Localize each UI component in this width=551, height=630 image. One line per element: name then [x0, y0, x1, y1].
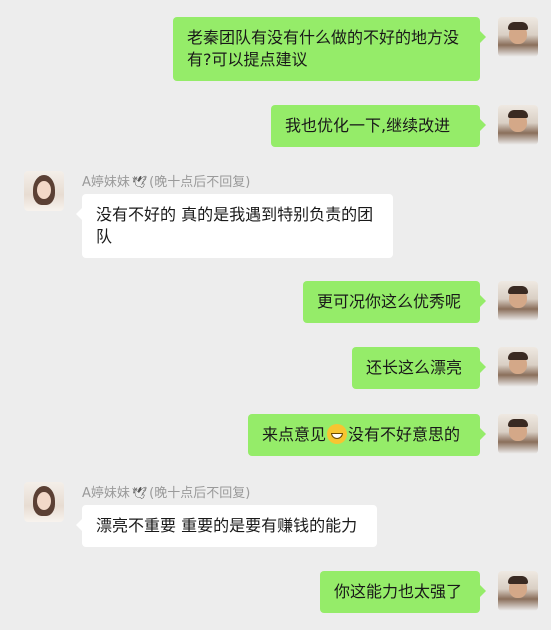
message-text: 我也优化一下,继续改进 [285, 116, 451, 135]
my-avatar[interactable] [498, 571, 538, 611]
dove-icon: 🕊 [131, 486, 148, 500]
sender-note: (晚十点后不回复) [149, 486, 251, 501]
message-text: 来点意见 [262, 425, 327, 444]
dove-icon: 🕊 [131, 175, 148, 189]
message-text: 还长这么漂亮 [366, 358, 463, 377]
message-bubble-her[interactable]: 漂亮不重要 重要的是要有赚钱的能力 [76, 505, 377, 547]
message-text: 更可况你这么优秀呢 [317, 292, 462, 311]
contact-avatar[interactable] [24, 171, 64, 211]
my-avatar[interactable] [498, 17, 538, 57]
sender-name: A婷妹妹 🕊 (晚十点后不回复) [82, 171, 250, 190]
sender-name-text: A婷妹妹 [82, 486, 130, 501]
message-text: 没有不好意思的 [348, 425, 461, 444]
message-text: 没有不好的 真的是我遇到特别负责的团队 [96, 205, 374, 246]
message-bubble-me[interactable]: 还长这么漂亮 [352, 347, 486, 389]
my-avatar[interactable] [498, 347, 538, 387]
sender-name-text: A婷妹妹 [82, 175, 130, 190]
grin-emoji-icon [327, 424, 348, 444]
sender-note: (晚十点后不回复) [149, 175, 251, 190]
message-bubble-her[interactable]: 没有不好的 真的是我遇到特别负责的团队 [76, 194, 393, 258]
my-avatar[interactable] [498, 414, 538, 454]
my-avatar[interactable] [498, 105, 538, 145]
contact-avatar[interactable] [24, 482, 64, 522]
message-bubble-me[interactable]: 老秦团队有没有什么做的不好的地方没有?可以提点建议 [173, 17, 486, 81]
sender-name: A婷妹妹 🕊 (晚十点后不回复) [82, 482, 250, 501]
message-bubble-me[interactable]: 我也优化一下,继续改进 [271, 105, 486, 147]
message-bubble-me[interactable]: 更可况你这么优秀呢 [303, 281, 486, 323]
message-text: 漂亮不重要 重要的是要有赚钱的能力 [96, 516, 358, 535]
message-bubble-me[interactable]: 来点意见 没有不好意思的 [248, 414, 486, 456]
my-avatar[interactable] [498, 281, 538, 321]
message-text: 老秦团队有没有什么做的不好的地方没有?可以提点建议 [187, 28, 460, 69]
message-text: 你这能力也太强了 [334, 582, 463, 601]
message-bubble-me[interactable]: 你这能力也太强了 [320, 571, 486, 613]
